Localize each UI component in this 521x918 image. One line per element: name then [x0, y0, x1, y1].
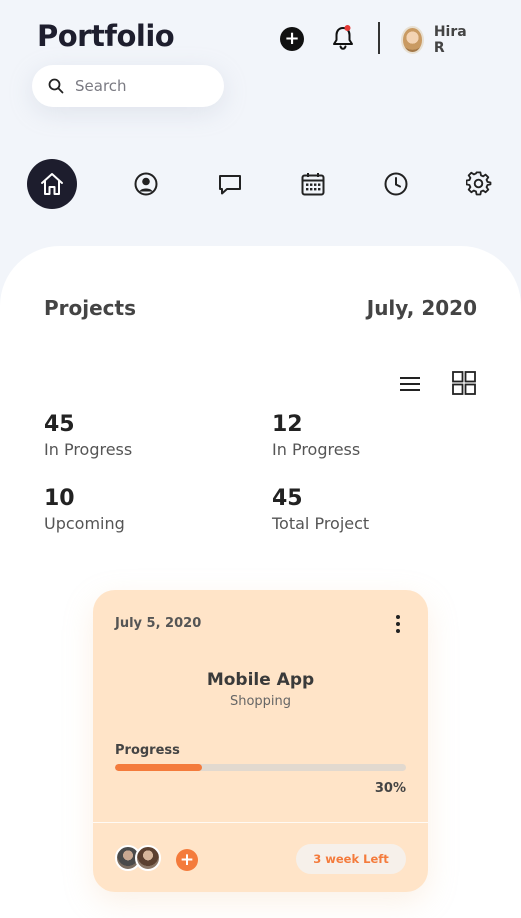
user-name: Hira R	[433, 24, 467, 56]
stat-label: Total Project	[272, 514, 370, 534]
progress-fill	[115, 764, 203, 771]
add-member-button[interactable]: +	[176, 849, 198, 871]
list-view-icon[interactable]	[398, 372, 422, 396]
stat-value: 12	[272, 412, 303, 437]
stat-label: In Progress	[44, 440, 133, 460]
card-date: July 5, 2020	[115, 616, 202, 631]
notifications-button[interactable]	[330, 24, 356, 52]
nav-calendar[interactable]	[288, 159, 338, 209]
team-avatars	[115, 845, 175, 873]
stat-value: 45	[44, 412, 75, 437]
nav-messages[interactable]	[205, 159, 255, 209]
plus-icon: +	[284, 28, 300, 49]
search-icon	[48, 78, 64, 94]
user-menu[interactable]: Hira R	[401, 24, 472, 56]
home-icon	[41, 173, 63, 195]
progress-percent: 30%	[374, 781, 406, 796]
add-button[interactable]: +	[280, 27, 304, 51]
plus-icon: +	[179, 849, 195, 870]
card-title: Mobile App	[206, 670, 315, 690]
project-card[interactable]: July 5, 2020 Mobile App Shopping Progres…	[93, 590, 428, 892]
stat-upcoming: 10 Upcoming	[44, 486, 125, 533]
user-icon	[134, 172, 158, 196]
clock-icon	[384, 172, 408, 196]
page-title: Portfolio	[37, 19, 175, 53]
stat-in-progress-2: 12 In Progress	[272, 412, 360, 459]
nav-history[interactable]	[371, 159, 421, 209]
month-label[interactable]: July, 2020	[367, 296, 477, 320]
gear-icon	[466, 171, 492, 196]
main-nav	[0, 159, 521, 211]
nav-settings[interactable]	[454, 159, 504, 209]
section-title: Projects	[44, 296, 137, 320]
stat-label: In Progress	[272, 440, 361, 460]
card-divider	[93, 822, 428, 823]
nav-profile[interactable]	[121, 159, 171, 209]
deadline-badge: 3 week Left	[296, 844, 406, 874]
stat-value: 45	[272, 486, 303, 511]
avatar	[135, 845, 161, 871]
avatar	[401, 26, 424, 54]
projects-panel: Projects July, 2020 45 In Progress 12 In…	[0, 246, 521, 918]
progress-bar	[115, 764, 406, 771]
stat-total-project: 45 Total Project	[272, 486, 369, 533]
chat-icon	[219, 175, 241, 195]
grid-view-icon[interactable]	[451, 370, 477, 396]
bell-icon	[333, 25, 353, 50]
notification-dot	[344, 25, 351, 31]
card-subtitle: Shopping	[229, 694, 292, 709]
calendar-icon	[301, 173, 325, 196]
more-vertical-icon[interactable]	[392, 614, 404, 634]
stat-value: 10	[44, 486, 75, 511]
search-box[interactable]	[32, 65, 224, 107]
header-divider	[378, 22, 380, 54]
stat-in-progress: 45 In Progress	[44, 412, 132, 459]
stat-label: Upcoming	[44, 514, 125, 534]
nav-home[interactable]	[27, 159, 77, 209]
progress-label: Progress	[115, 743, 180, 758]
search-input[interactable]	[75, 77, 205, 95]
